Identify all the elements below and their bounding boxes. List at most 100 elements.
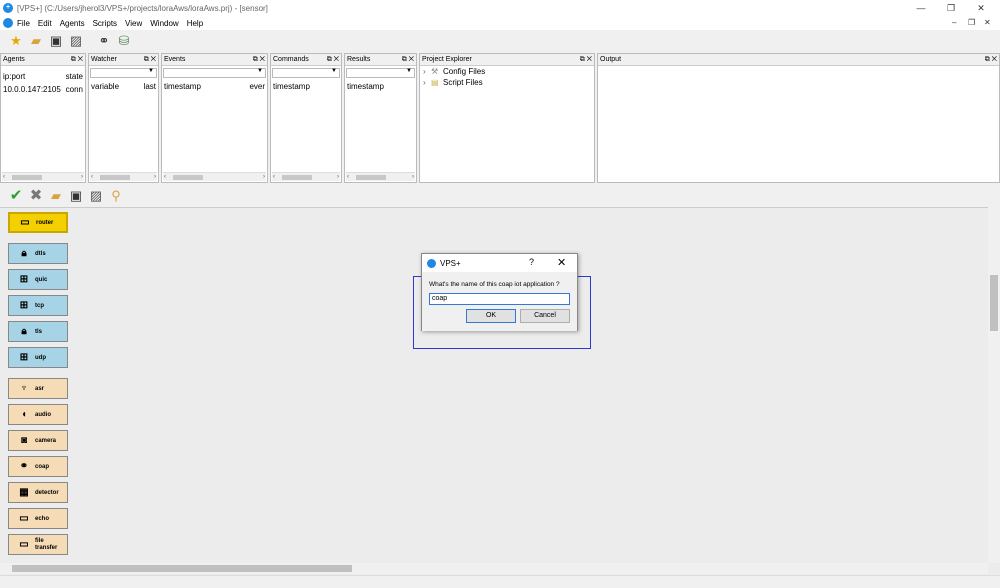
palette-item-tcp[interactable]: ⊞ tcp [8,295,68,316]
dock-controls[interactable]: ⧉ ✕ [327,54,339,66]
horizontal-scrollbar[interactable]: ‹ › [2,172,84,181]
close-button[interactable]: ✕ [966,0,996,16]
broom-icon[interactable]: ⚲ [108,188,124,204]
status-bar [0,575,1000,588]
monitor-icon: ▭ [19,513,29,524]
palette-item-tls[interactable]: 🔒︎ tls [8,321,68,342]
main-toolbar: ★ ▰ ▣ ▨ ⚭ ⛁ [0,31,1000,51]
output-panel: Output ⧉ ✕ [597,53,1000,183]
database-add-icon[interactable]: ⛁ [116,33,132,49]
watcher-dropdown[interactable]: ▼ [90,68,157,78]
application-name-input[interactable]: coap [429,293,570,305]
folder-open-icon[interactable]: ▰ [48,188,64,204]
coap-icon: ⚭ [19,461,29,472]
minimize-button[interactable]: — [906,0,936,16]
save-as-icon[interactable]: ▨ [88,188,104,204]
results-panel: Results ⧉ ✕ ▼ timestamp ‹ › [344,53,417,183]
palette-item-camera[interactable]: ◙ camera [8,430,68,451]
horizontal-scrollbar[interactable]: ‹ › [163,172,266,181]
commands-dropdown[interactable]: ▼ [272,68,340,78]
speech-icon: ♆ [20,383,28,394]
palette-item-echo[interactable]: ▭ echo [8,508,68,529]
save-as-icon[interactable]: ▨ [68,33,84,49]
table-header: variable last [89,80,158,93]
menu-help[interactable]: Help [187,19,203,28]
dock-controls[interactable]: ⧉ ✕ [580,54,592,66]
help-button[interactable]: ? [529,257,534,267]
menu-scripts[interactable]: Scripts [93,19,117,28]
commands-panel: Commands ⧉ ✕ ▼ timestamp ‹ › [270,53,342,183]
check-icon[interactable]: ✔ [8,188,24,204]
document-icon: ▤ [431,78,439,87]
horizontal-scrollbar[interactable] [0,563,988,574]
palette-item-coap[interactable]: ⚭ coap [8,456,68,477]
table-header: timestamp [271,80,341,93]
tree-item-script-files[interactable]: › ▤ Script Files [420,77,594,88]
events-panel: Events ⧉ ✕ ▼ timestamp ever ‹ › [161,53,268,183]
column-header: state [65,72,83,81]
mdi-restore-button[interactable]: ❐ [968,16,975,30]
menu-edit[interactable]: Edit [38,19,52,28]
palette-item-udp[interactable]: ⊞ udp [8,347,68,368]
table-header: ip:port state [1,70,85,83]
palette-item-detector[interactable]: ▦ detector [8,482,68,503]
camera-icon: ◙ [20,435,28,446]
table-row[interactable]: 10.0.0.147:2105 conn [1,83,85,96]
dialog-body: What's the name of this coap iot applica… [422,272,577,331]
horizontal-scrollbar[interactable]: ‹ › [272,172,340,181]
vertical-scrollbar[interactable] [988,207,1000,563]
column-header: timestamp [164,82,201,91]
app-icon [427,258,436,268]
menu-file[interactable]: File [17,19,30,28]
network-icon: ⊞ [19,352,29,363]
palette-item-dtls[interactable]: 🔒︎ dtls [8,243,68,264]
mdi-close-button[interactable]: ✕ [984,16,991,30]
menu-view[interactable]: View [125,19,142,28]
chevron-right-icon[interactable]: › [423,78,431,87]
app-icon [3,18,13,28]
menu-window[interactable]: Window [150,19,178,28]
folder-open-icon[interactable]: ▰ [28,33,44,49]
cancel-icon[interactable]: ✖ [28,188,44,204]
agent-address: 10.0.0.147:2105 [3,85,61,94]
ok-button[interactable]: OK [466,309,516,323]
palette-item-router[interactable]: ▭ router [8,212,68,233]
star-new-icon[interactable]: ★ [8,33,24,49]
dock-controls[interactable]: ⧉ ✕ [144,54,156,66]
speaker-icon: ◖ [20,409,28,420]
horizontal-scrollbar[interactable]: ‹ › [346,172,415,181]
save-icon[interactable]: ▣ [68,188,84,204]
palette-item-asr[interactable]: ♆ asr [8,378,68,399]
panel-title: Project Explorer ⧉ ✕ [420,54,594,66]
dock-controls[interactable]: ⧉ ✕ [253,54,265,66]
panel-title: Agents ⧉ ✕ [1,54,85,66]
agents-panel: Agents ⧉ ✕ ip:port state 10.0.0.147:2105 … [0,53,86,183]
dialog-close-button[interactable]: ✕ [557,256,566,269]
palette-item-audio[interactable]: ◖ audio [8,404,68,425]
tools-icon: ⚒ [431,67,439,76]
canvas-toolbar: ✔ ✖ ▰ ▣ ▨ ⚲ [0,186,1000,206]
cancel-button[interactable]: Cancel [520,309,570,323]
restore-button[interactable]: ❐ [936,0,966,16]
lock-icon: 🔒︎ [21,248,27,259]
panel-title: Output ⧉ ✕ [598,54,999,66]
grid-icon: ▦ [19,487,29,498]
mdi-minimize-button[interactable]: – [952,16,956,30]
events-dropdown[interactable]: ▼ [163,68,266,78]
binoculars-icon[interactable]: ⚭ [96,33,112,49]
panel-title: Commands ⧉ ✕ [271,54,341,66]
column-header: ever [249,82,265,91]
palette-item-file-transfer[interactable]: ▭ file transfer [8,534,68,555]
dock-controls[interactable]: ⧉ ✕ [402,54,414,66]
dock-controls[interactable]: ⧉ ✕ [71,54,83,66]
palette-item-quic[interactable]: ⊞ quic [8,269,68,290]
save-icon[interactable]: ▣ [48,33,64,49]
dock-controls[interactable]: ⧉ ✕ [985,54,997,66]
chevron-right-icon[interactable]: › [423,67,431,76]
results-dropdown[interactable]: ▼ [346,68,415,78]
column-header: ip:port [3,72,26,81]
tree-item-config-files[interactable]: › ⚒ Config Files [420,66,594,77]
horizontal-scrollbar[interactable]: ‹ › [90,172,157,181]
panel-title: Results ⧉ ✕ [345,54,416,66]
menu-agents[interactable]: Agents [60,19,85,28]
